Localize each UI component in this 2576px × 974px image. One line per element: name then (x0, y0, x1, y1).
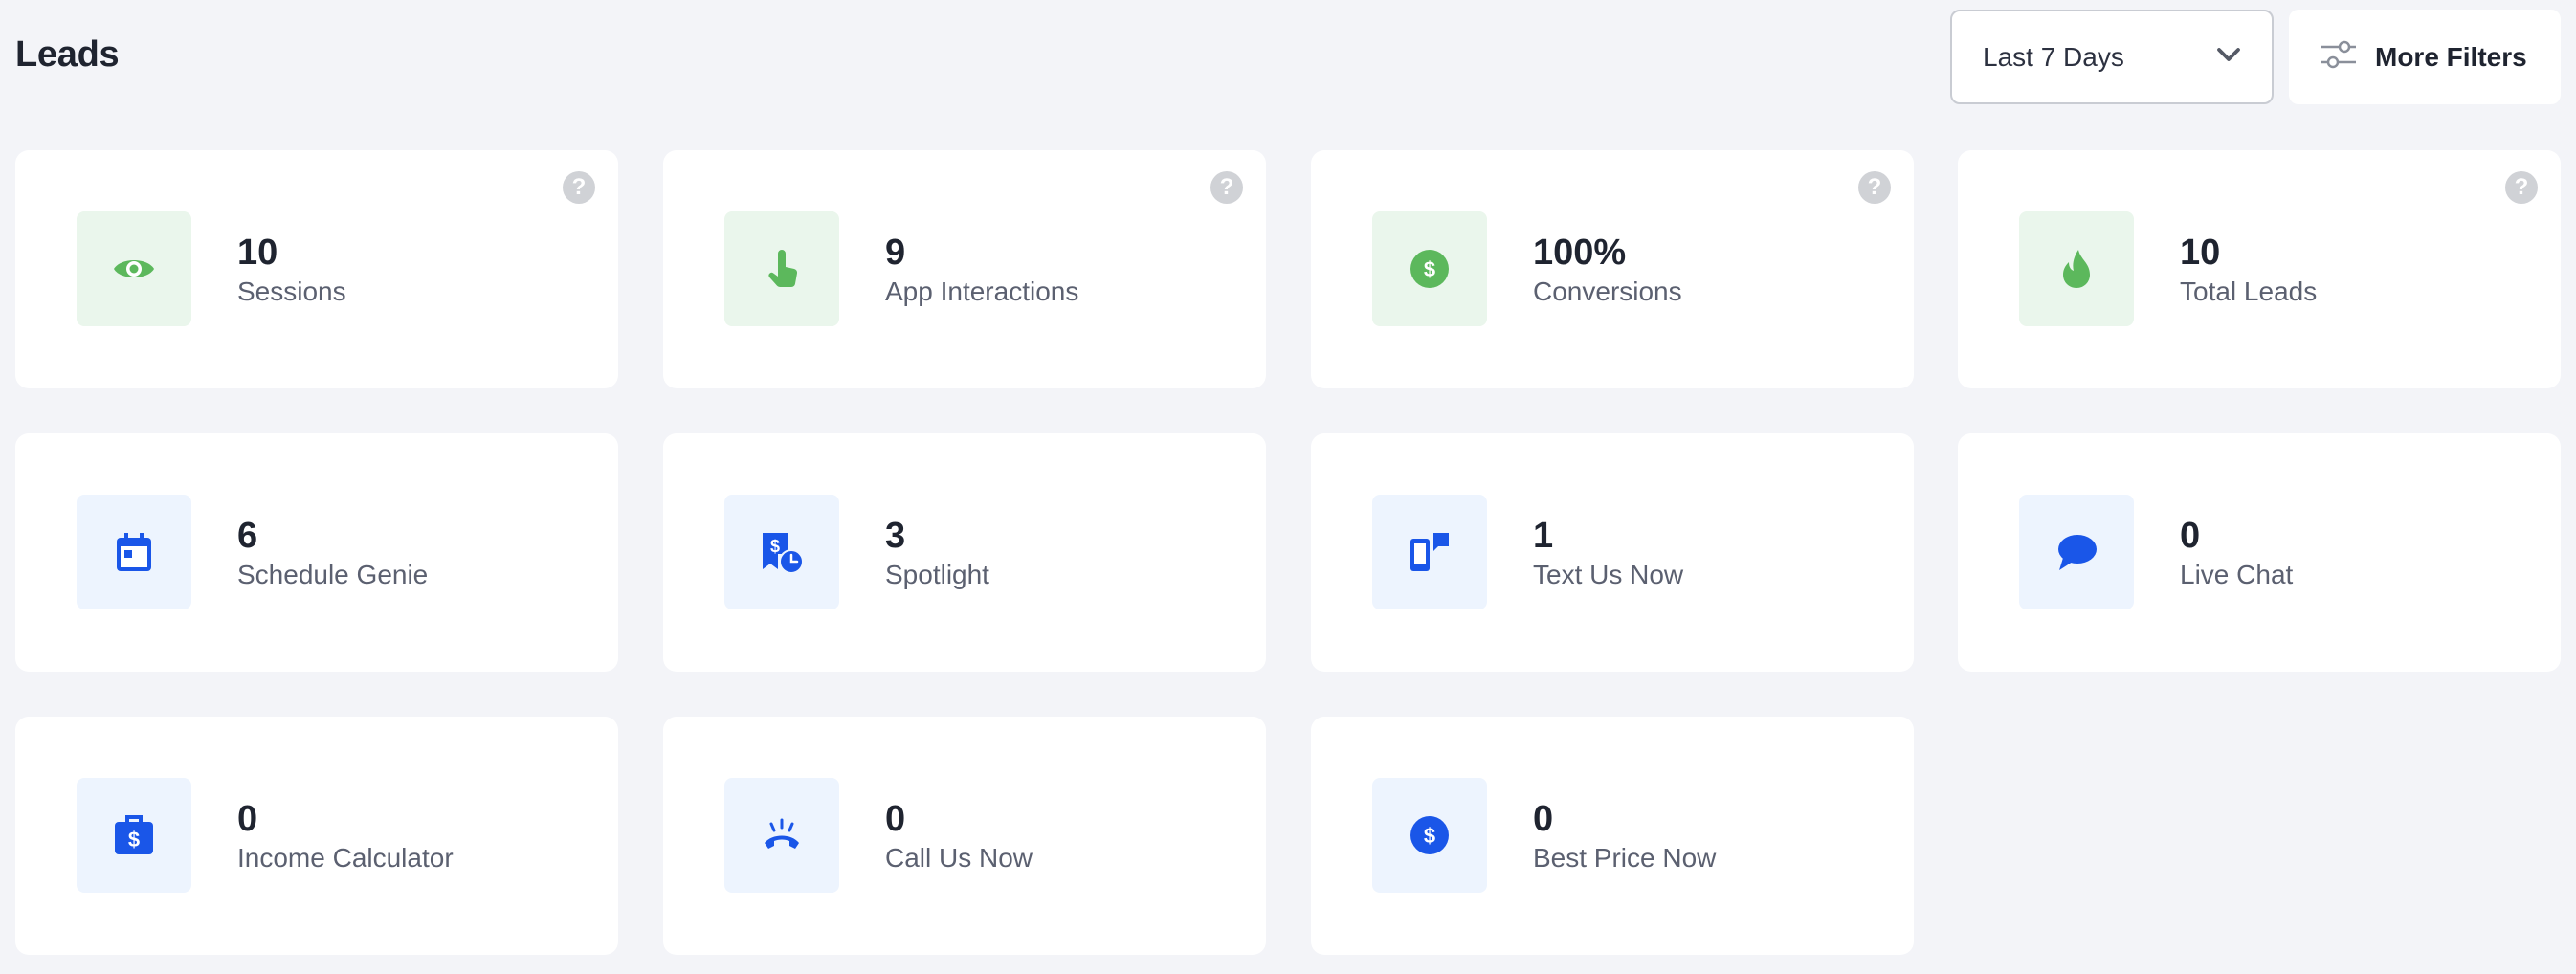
svg-text:$: $ (770, 537, 780, 556)
metric-value: 10 (2180, 232, 2221, 273)
metric-value: 100% (1533, 232, 1627, 273)
dollar-badge-icon: $ (1372, 778, 1487, 893)
metric-card-total-leads: 10 Total Leads? (1958, 150, 2561, 388)
more-filters-label: More Filters (2375, 41, 2527, 72)
metric-label: Sessions (237, 277, 346, 306)
metric-card-spotlight: $3 Spotlight (663, 433, 1266, 672)
price-tag-clock-icon: $ (724, 495, 839, 609)
metric-label: Income Calculator (237, 843, 454, 873)
metric-value: 10 (237, 232, 278, 273)
chat-bubble-icon (2019, 495, 2134, 609)
ringing-phone-icon (724, 778, 839, 893)
metric-card-schedule-genie: 6 Schedule Genie (15, 433, 618, 672)
metric-value: 0 (1533, 799, 1554, 839)
metric-label: Schedule Genie (237, 560, 429, 589)
help-icon[interactable]: ? (563, 171, 595, 204)
metric-value: 6 (237, 516, 258, 556)
svg-text:$: $ (128, 828, 140, 852)
metric-label: Call Us Now (885, 843, 1033, 873)
flame-icon (2019, 211, 2134, 326)
page-header: Leads Last 7 Days More Filters (0, 0, 2576, 115)
help-icon[interactable]: ? (1858, 171, 1891, 204)
metric-card-text-us-now: 1 Text Us Now (1311, 433, 1914, 672)
metric-value: 1 (1533, 516, 1554, 556)
metric-card-best-price-now: $0 Best Price Now (1311, 717, 1914, 955)
chevron-down-icon (2214, 40, 2243, 74)
metric-card-app-interactions: 9 App Interactions? (663, 150, 1266, 388)
metric-value: 9 (885, 232, 906, 273)
metric-value: 3 (885, 516, 906, 556)
metric-label: Spotlight (885, 560, 989, 589)
metric-card-live-chat: 0 Live Chat (1958, 433, 2561, 672)
metric-label: Best Price Now (1533, 843, 1717, 873)
svg-text:$: $ (1424, 257, 1435, 281)
more-filters-button[interactable]: More Filters (2289, 10, 2561, 104)
svg-text:$: $ (1424, 824, 1435, 848)
tap-icon (724, 211, 839, 326)
metric-value: 0 (237, 799, 258, 839)
phone-message-icon (1372, 495, 1487, 609)
date-range-select[interactable]: Last 7 Days (1950, 10, 2274, 104)
calendar-icon (77, 495, 191, 609)
page-title: Leads (15, 34, 120, 75)
help-icon[interactable]: ? (2505, 171, 2538, 204)
metric-label: App Interactions (885, 277, 1079, 306)
metric-value: 0 (885, 799, 906, 839)
metric-card-call-us-now: 0 Call Us Now (663, 717, 1266, 955)
metric-value: 0 (2180, 516, 2201, 556)
date-range-value: Last 7 Days (1983, 41, 2124, 72)
dollar-circle-icon: $ (1372, 211, 1487, 326)
metric-card-income-calculator: $0 Income Calculator (15, 717, 618, 955)
metric-card-sessions: 10 Sessions? (15, 150, 618, 388)
metric-label: Total Leads (2180, 277, 2318, 306)
eye-icon (77, 211, 191, 326)
sliders-icon (2318, 33, 2375, 80)
briefcase-dollar-icon: $ (77, 778, 191, 893)
metric-label: Text Us Now (1533, 560, 1684, 589)
metric-label: Conversions (1533, 277, 1682, 306)
metric-label: Live Chat (2180, 560, 2294, 589)
metric-card-conversions: $100% Conversions? (1311, 150, 1914, 388)
help-icon[interactable]: ? (1210, 171, 1243, 204)
